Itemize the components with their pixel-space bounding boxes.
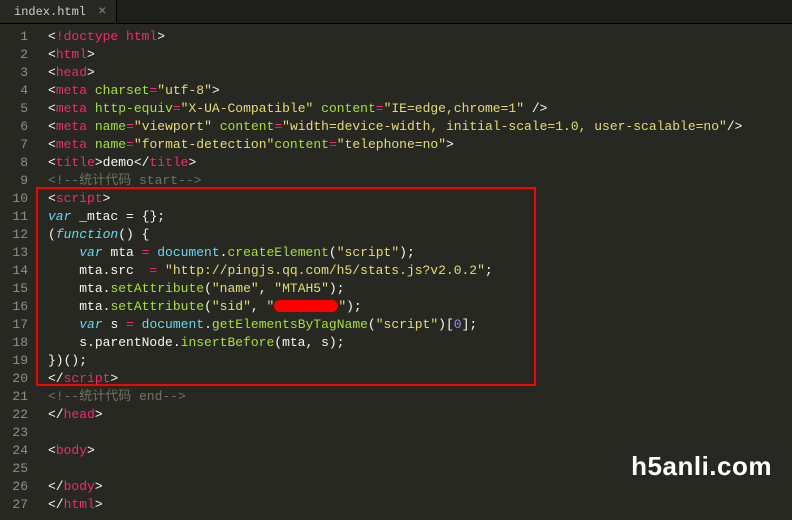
line-number: 7 bbox=[0, 136, 40, 154]
code-line: <meta name="format-detection"content="te… bbox=[48, 136, 792, 154]
code-line: mta.src = "http://pingjs.qq.com/h5/stats… bbox=[48, 262, 792, 280]
code-line: <title>demo</title> bbox=[48, 154, 792, 172]
code-line: (function() { bbox=[48, 226, 792, 244]
code-line: <!--统计代码 start--> bbox=[48, 172, 792, 190]
editor: 1234567891011121314151617181920212223242… bbox=[0, 24, 792, 520]
code-line: })(); bbox=[48, 352, 792, 370]
line-number: 16 bbox=[0, 298, 40, 316]
line-number: 12 bbox=[0, 226, 40, 244]
line-number: 1 bbox=[0, 28, 40, 46]
line-number: 20 bbox=[0, 370, 40, 388]
code-line: <head> bbox=[48, 64, 792, 82]
line-number: 19 bbox=[0, 352, 40, 370]
code-line: <script> bbox=[48, 190, 792, 208]
code-line: <!--统计代码 end--> bbox=[48, 388, 792, 406]
line-number: 2 bbox=[0, 46, 40, 64]
close-icon[interactable]: × bbox=[98, 5, 106, 19]
line-number: 6 bbox=[0, 118, 40, 136]
line-number: 14 bbox=[0, 262, 40, 280]
tab-bar: index.html × bbox=[0, 0, 792, 24]
line-number: 8 bbox=[0, 154, 40, 172]
line-number: 21 bbox=[0, 388, 40, 406]
line-number: 3 bbox=[0, 64, 40, 82]
line-number: 15 bbox=[0, 280, 40, 298]
line-number: 17 bbox=[0, 316, 40, 334]
line-number: 25 bbox=[0, 460, 40, 478]
code-line bbox=[48, 424, 792, 442]
tab-filename: index.html bbox=[14, 5, 86, 19]
watermark: h5anli.com bbox=[631, 451, 772, 482]
code-line: var mta = document.createElement("script… bbox=[48, 244, 792, 262]
line-number: 9 bbox=[0, 172, 40, 190]
line-number: 22 bbox=[0, 406, 40, 424]
line-number: 24 bbox=[0, 442, 40, 460]
redacted-value bbox=[274, 300, 338, 312]
line-number: 18 bbox=[0, 334, 40, 352]
code-line: var _mtac = {}; bbox=[48, 208, 792, 226]
line-number: 5 bbox=[0, 100, 40, 118]
code-line: var s = document.getElementsByTagName("s… bbox=[48, 316, 792, 334]
code-line: </html> bbox=[48, 496, 792, 514]
line-number: 27 bbox=[0, 496, 40, 514]
code-area[interactable]: <!doctype html> <html> <head> <meta char… bbox=[40, 24, 792, 520]
code-line: <meta charset="utf-8"> bbox=[48, 82, 792, 100]
tab-index-html[interactable]: index.html × bbox=[0, 0, 117, 23]
code-line: s.parentNode.insertBefore(mta, s); bbox=[48, 334, 792, 352]
code-line: <!doctype html> bbox=[48, 28, 792, 46]
code-line: <meta http-equiv="X-UA-Compatible" conte… bbox=[48, 100, 792, 118]
line-number: 13 bbox=[0, 244, 40, 262]
line-number: 4 bbox=[0, 82, 40, 100]
code-line: mta.setAttribute("sid", ""); bbox=[48, 298, 792, 316]
code-line: </script> bbox=[48, 370, 792, 388]
line-number-gutter: 1234567891011121314151617181920212223242… bbox=[0, 24, 40, 520]
line-number: 11 bbox=[0, 208, 40, 226]
line-number: 10 bbox=[0, 190, 40, 208]
code-line: mta.setAttribute("name", "MTAH5"); bbox=[48, 280, 792, 298]
line-number: 23 bbox=[0, 424, 40, 442]
code-line: </head> bbox=[48, 406, 792, 424]
line-number: 26 bbox=[0, 478, 40, 496]
code-line: <meta name="viewport" content="width=dev… bbox=[48, 118, 792, 136]
code-line: <html> bbox=[48, 46, 792, 64]
